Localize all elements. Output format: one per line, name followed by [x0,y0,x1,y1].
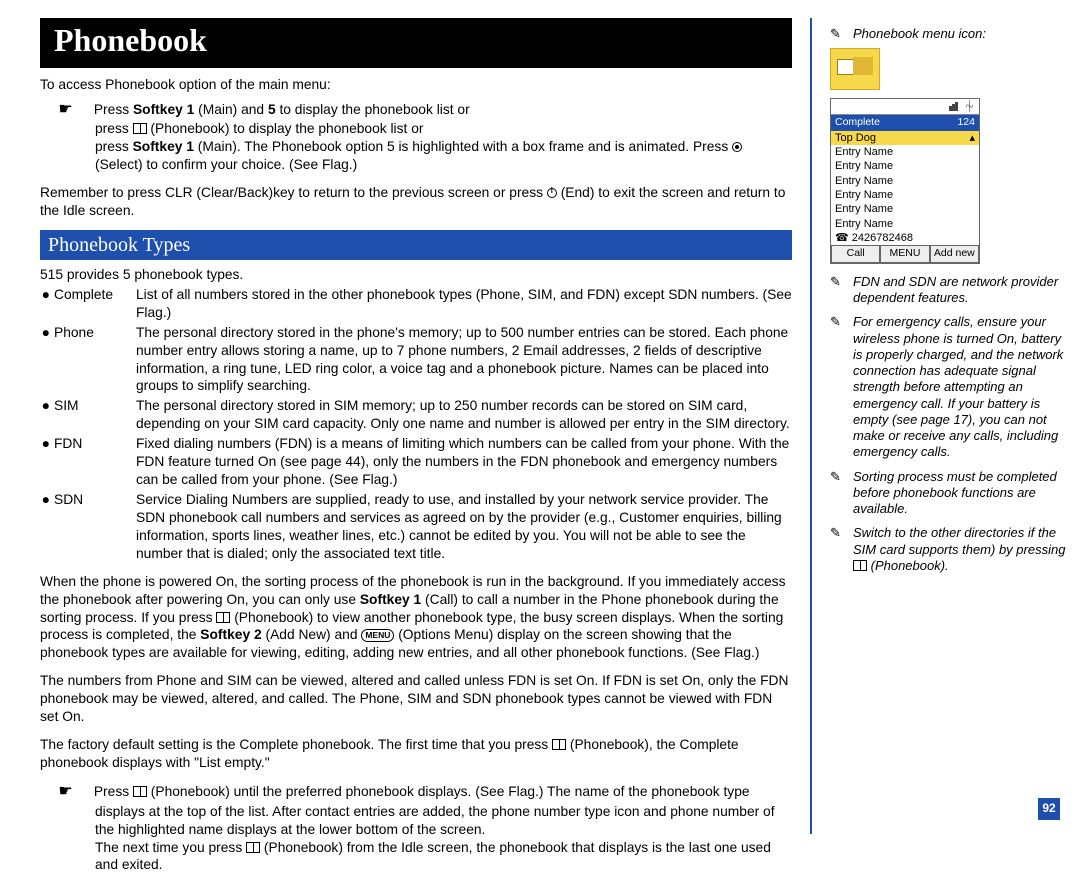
phone-softkeys: Call MENU Add new [831,245,979,263]
note-icon: ✎ [830,525,846,574]
phone-status-bar: ⏆ [831,99,979,115]
step-2-line2: The next time you press (Phonebook) from… [40,839,792,874]
type-name: Phone [54,324,136,396]
phonebook-icon [246,842,260,853]
select-icon [732,142,742,152]
step-1-line3: press Softkey 1 (Main). The Phonebook op… [40,138,792,174]
type-name: SIM [54,397,136,433]
type-name: Complete [54,286,136,322]
softkey-call: Call [831,245,880,263]
pointer-icon: ☛ [68,782,90,803]
type-desc: The personal directory stored in the pho… [136,324,792,396]
type-row: ●SIMThe personal directory stored in SIM… [40,397,792,433]
type-desc: Service Dialing Numbers are supplied, re… [136,491,792,563]
para-default: The factory default setting is the Compl… [40,736,792,772]
note-icon-label: ✎ Phonebook menu icon: [830,26,1068,42]
step-2-line1: ☛ Press (Phonebook) until the preferred … [40,782,792,839]
phone-number-row: ☎ 2426782468 [831,231,979,245]
phonebook-icon [133,123,147,134]
section-phonebook-types: Phonebook Types [40,230,792,260]
type-row: ●CompleteList of all numbers stored in t… [40,286,792,322]
menu-pill-icon: MENU [361,629,394,642]
note-icon: ✎ [830,469,846,518]
end-icon [547,188,557,198]
phone-list-item: Entry Name [831,145,979,159]
phone-selected-item: Top Dog▴ [831,131,979,145]
phonebook-icon [216,612,230,623]
step-1-line1: ☛ Press Softkey 1 (Main) and 5 to displa… [40,100,792,121]
phonebook-icon [853,560,867,571]
softkey-menu: MENU [880,245,929,263]
type-row: ●FDNFixed dialing numbers (FDN) is a mea… [40,435,792,489]
scroll-up-icon: ▴ [969,131,975,145]
note-icon: ✎ [830,26,846,42]
phone-mock: ⏆ Complete124 Top Dog▴ Entry NameEntry N… [830,98,980,264]
intro-text: To access Phonebook option of the main m… [40,76,792,94]
antenna-icon: ⏆ [964,100,975,114]
note-icon: ✎ [830,274,846,307]
note-switch: ✎Switch to the other directories if the … [830,525,1068,574]
phonebook-menu-icon [830,48,880,90]
phone-list-item: Entry Name [831,159,979,173]
step-1-line2: press (Phonebook) to display the phonebo… [40,120,792,138]
phone-list-item: Entry Name [831,188,979,202]
para-sorting: When the phone is powered On, the sortin… [40,573,792,663]
type-desc: Fixed dialing numbers (FDN) is a means o… [136,435,792,489]
phone-list-item: Entry Name [831,217,979,231]
page-title: Phonebook [40,18,792,68]
phonebook-icon [552,739,566,750]
note-sorting: ✎Sorting process must be completed befor… [830,469,1068,518]
remember-text: Remember to press CLR (Clear/Back)key to… [40,184,792,220]
type-row: ●SDNService Dialing Numbers are supplied… [40,491,792,563]
note-icon: ✎ [830,314,846,460]
phone-list-item: Entry Name [831,174,979,188]
type-name: SDN [54,491,136,563]
para-fdn: The numbers from Phone and SIM can be vi… [40,672,792,726]
type-name: FDN [54,435,136,489]
type-desc: List of all numbers stored in the other … [136,286,792,322]
note-fdn-sdn: ✎FDN and SDN are network provider depend… [830,274,1068,307]
note-emergency: ✎For emergency calls, ensure your wirele… [830,314,1068,460]
pointer-icon: ☛ [68,100,90,121]
types-intro: 515 provides 5 phonebook types. [40,266,792,284]
softkey-addnew: Add new [930,245,979,263]
phone-list-item: Entry Name [831,202,979,216]
type-desc: The personal directory stored in SIM mem… [136,397,792,433]
type-row: ●PhoneThe personal directory stored in t… [40,324,792,396]
signal-icon [949,102,958,111]
phone-header: Complete124 [831,115,979,131]
page-number: 92 [1038,798,1060,820]
phonebook-icon [133,786,147,797]
